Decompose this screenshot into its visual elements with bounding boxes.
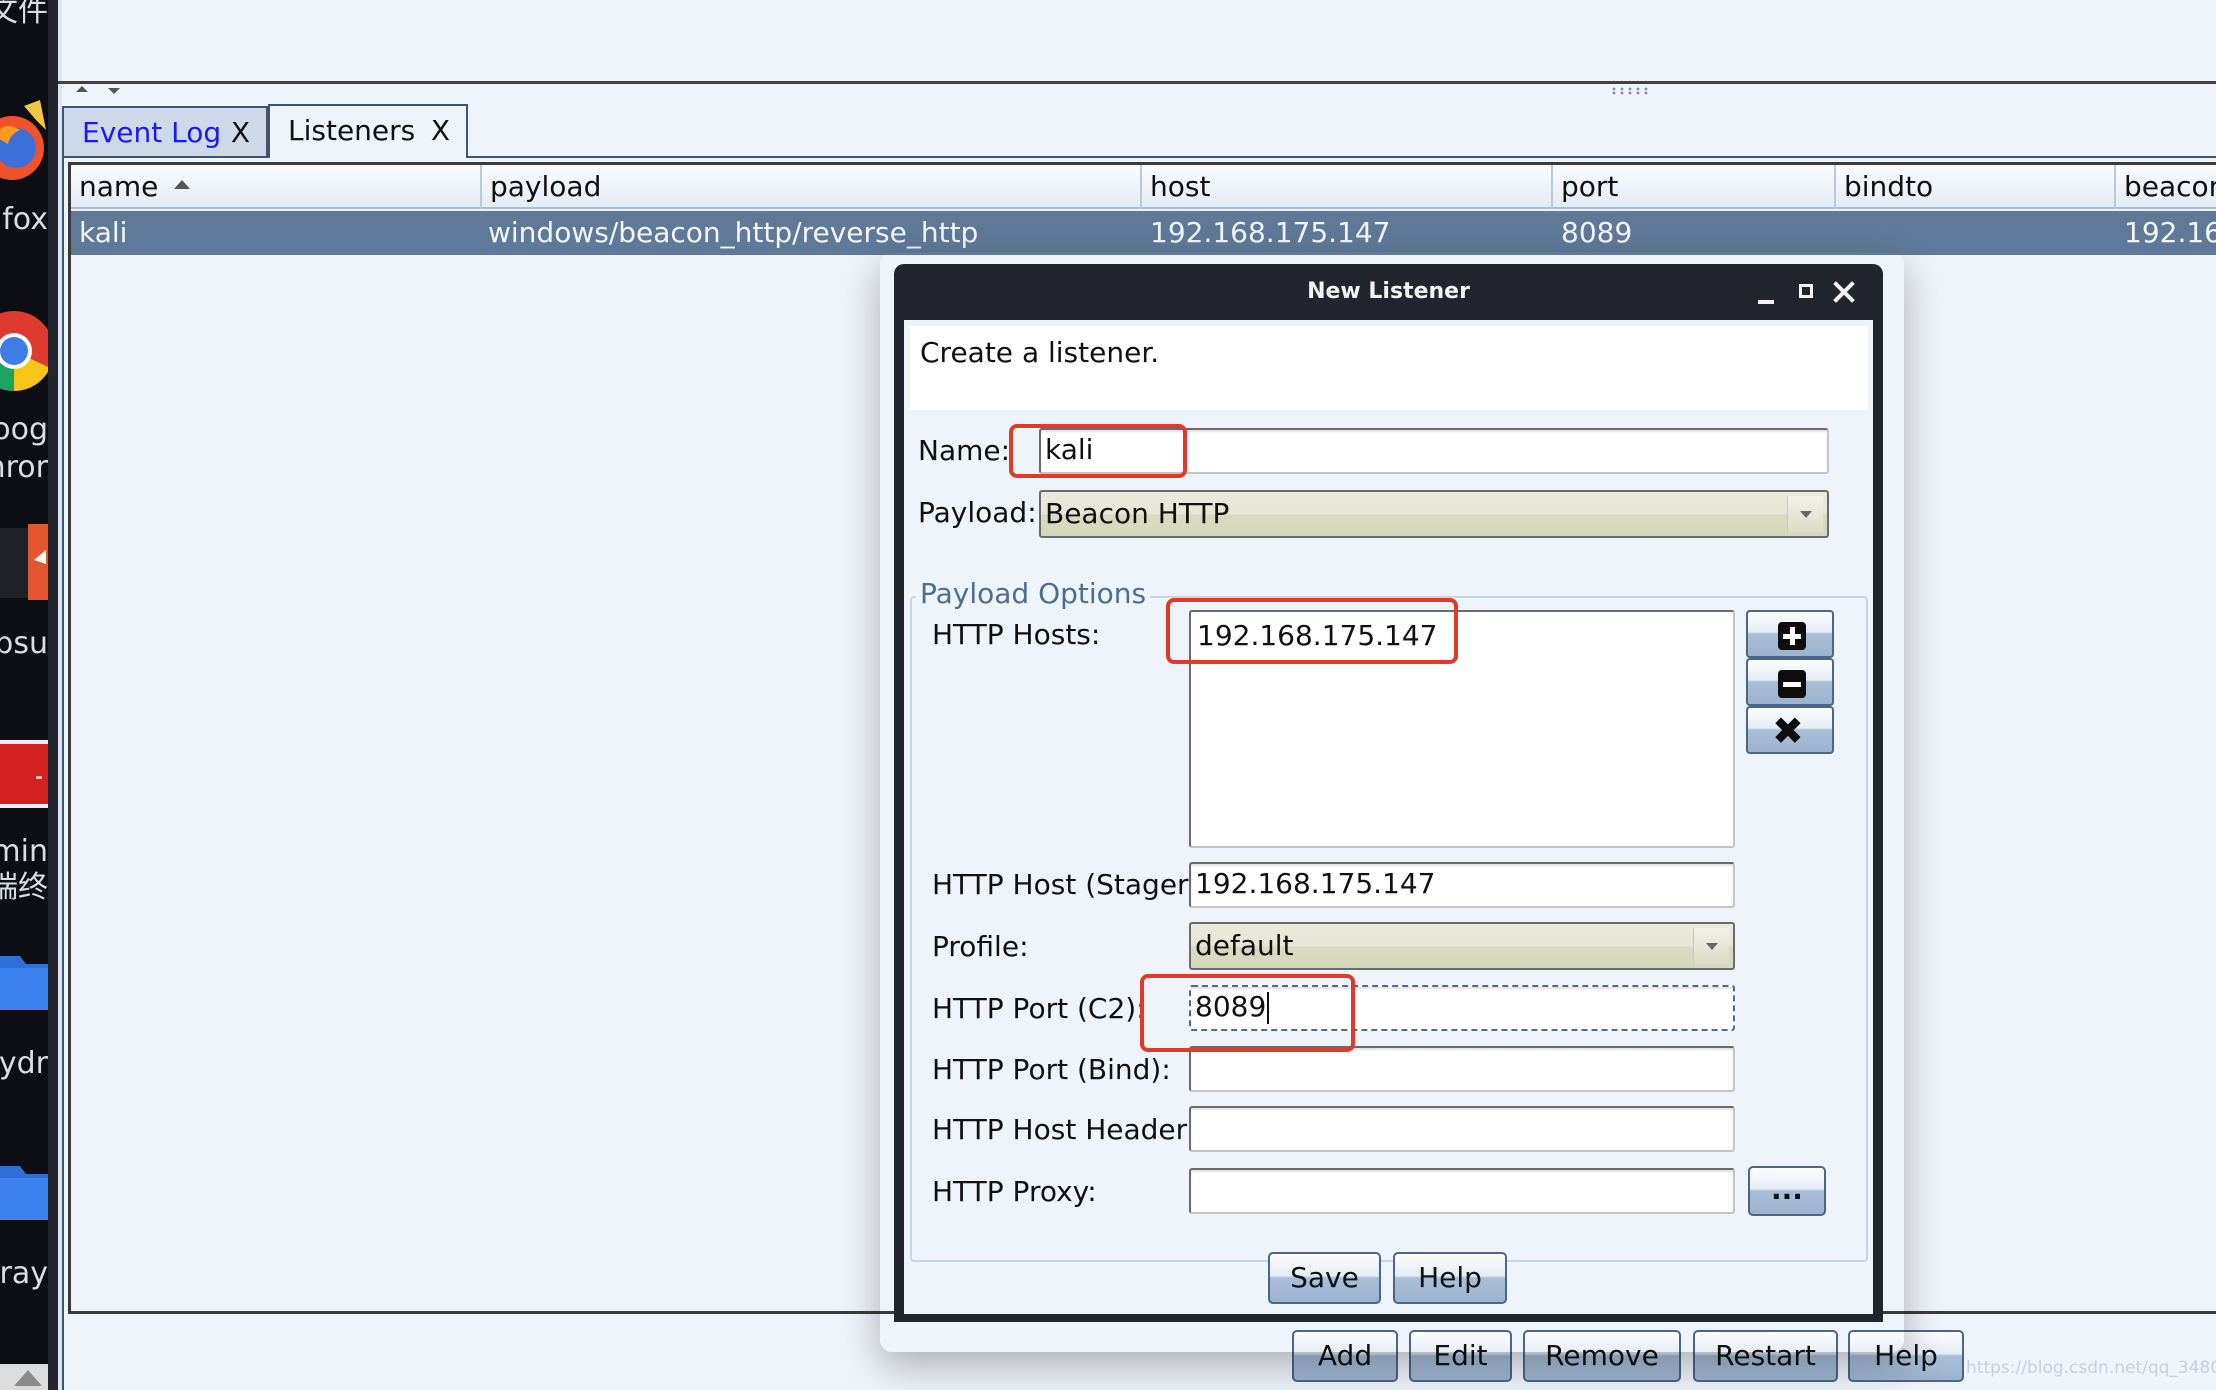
http-port-c2-value: 8089 bbox=[1195, 990, 1267, 1023]
sort-ascending-icon bbox=[174, 179, 191, 189]
http-port-c2-label: HTTP Port (C2): bbox=[932, 992, 1146, 1025]
dock-border bbox=[48, 0, 58, 1390]
x-icon: ✖ bbox=[1772, 709, 1804, 753]
dock-item-terminal-label-2[interactable]: 端终 bbox=[0, 870, 48, 906]
http-proxy-label: HTTP Proxy: bbox=[932, 1175, 1097, 1208]
list-item[interactable]: 192.168.175.147 bbox=[1191, 616, 1733, 656]
plus-icon bbox=[1778, 622, 1806, 650]
burpsuite-icon[interactable] bbox=[0, 524, 48, 604]
column-header-beacon[interactable]: beacon bbox=[2114, 165, 2216, 209]
dialog-title[interactable]: New Listener bbox=[894, 264, 1883, 320]
column-header-label: name bbox=[79, 170, 159, 203]
arrow-up-icon bbox=[14, 1370, 42, 1386]
dock-item-chrome-label-1[interactable]: oog bbox=[0, 412, 48, 448]
payload-label: Payload: bbox=[918, 496, 1037, 529]
http-host-stager-label: HTTP Host (Stager): bbox=[932, 868, 1209, 901]
split-collapse-down-icon[interactable] bbox=[108, 88, 120, 94]
http-hosts-list[interactable]: 192.168.175.147 bbox=[1189, 610, 1735, 848]
description-panel: Create a listener. bbox=[910, 326, 1868, 410]
payload-select[interactable]: Beacon HTTP bbox=[1039, 490, 1829, 538]
maximize-icon[interactable] bbox=[1792, 276, 1820, 306]
cell-beacon: 192.168.175.147 bbox=[2124, 216, 2216, 249]
profile-select[interactable]: default bbox=[1189, 922, 1735, 970]
close-tab-icon[interactable]: X bbox=[431, 106, 450, 156]
remove-host-button[interactable] bbox=[1746, 658, 1834, 706]
cell-host: 192.168.175.147 bbox=[1150, 216, 1391, 249]
http-hosts-label: HTTP Hosts: bbox=[932, 618, 1101, 651]
payload-options-title: Payload Options bbox=[916, 574, 1151, 614]
clear-hosts-button[interactable]: ✖ bbox=[1746, 706, 1834, 754]
firefox-icon[interactable] bbox=[0, 100, 48, 186]
http-host-header-label: HTTP Host Header: bbox=[932, 1113, 1197, 1146]
watermark: https://blog.csdn.net/qq_34801745 bbox=[1966, 1358, 2216, 1378]
close-tab-icon[interactable]: X bbox=[231, 108, 250, 158]
http-port-bind-label: HTTP Port (Bind): bbox=[932, 1053, 1171, 1086]
chevron-down-icon[interactable] bbox=[1787, 496, 1823, 532]
dock-file-label: 文件 bbox=[0, 0, 48, 29]
http-host-stager-field[interactable]: 192.168.175.147 bbox=[1189, 862, 1735, 908]
dialog-description: Create a listener. bbox=[920, 336, 1160, 369]
close-icon[interactable] bbox=[1830, 276, 1858, 306]
cell-port: 8089 bbox=[1561, 216, 1633, 249]
cell-payload: windows/beacon_http/reverse_http bbox=[488, 216, 979, 249]
split-pane-divider[interactable] bbox=[58, 81, 2216, 84]
dock-item-terminal-label-1[interactable]: min bbox=[0, 834, 48, 870]
profile-select-value: default bbox=[1195, 929, 1294, 962]
save-button[interactable]: Save bbox=[1268, 1252, 1381, 1304]
splitter-grip-icon[interactable] bbox=[1610, 87, 1650, 95]
cell-name: kali bbox=[79, 216, 128, 249]
desktop-dock: 文件 fox oog hror rpsu bbox=[0, 0, 48, 1390]
payload-select-value: Beacon HTTP bbox=[1045, 497, 1230, 530]
tab-bar-border bbox=[468, 156, 2216, 158]
minus-icon bbox=[1778, 670, 1806, 698]
proxy-settings-button[interactable]: ... bbox=[1748, 1166, 1826, 1216]
table-row[interactable]: kali windows/beacon_http/reverse_http 19… bbox=[71, 211, 2216, 255]
dock-item-folder-xray-label[interactable]: xray bbox=[0, 1256, 48, 1292]
dock-item-firefox-label[interactable]: fox bbox=[2, 202, 48, 238]
http-port-bind-field[interactable] bbox=[1189, 1046, 1735, 1092]
cell-bindto bbox=[1836, 211, 1844, 255]
dialog-help-button[interactable]: Help bbox=[1393, 1252, 1507, 1304]
tab-listeners[interactable]: Listeners X bbox=[268, 104, 468, 158]
http-proxy-field[interactable] bbox=[1189, 1168, 1735, 1214]
tab-pane-border bbox=[62, 156, 64, 1390]
add-host-button[interactable] bbox=[1746, 610, 1834, 658]
table-header: name payload host port bindto beacon bbox=[71, 165, 2216, 209]
new-listener-dialog: New Listener Create a listener. Name: ka… bbox=[894, 264, 1883, 1322]
folder-icon[interactable] bbox=[0, 952, 48, 1012]
text-caret bbox=[1267, 992, 1270, 1024]
terminal-icon[interactable] bbox=[0, 738, 48, 810]
dock-item-chrome-label-2[interactable]: hror bbox=[0, 450, 48, 486]
chevron-down-icon[interactable] bbox=[1693, 928, 1729, 964]
tab-event-log-label: Event Log bbox=[82, 116, 222, 149]
dialog-body: Create a listener. Name: kali Payload: B… bbox=[904, 320, 1873, 1314]
folder-icon[interactable] bbox=[0, 1162, 48, 1222]
column-header-bindto[interactable]: bindto bbox=[1834, 165, 2116, 209]
http-port-c2-field[interactable]: 8089 bbox=[1189, 985, 1735, 1031]
profile-label: Profile: bbox=[932, 930, 1029, 963]
dock-item-folder-hydra-label[interactable]: ydr bbox=[0, 1046, 48, 1082]
name-field[interactable]: kali bbox=[1039, 428, 1829, 474]
dock-scroll-up-button[interactable] bbox=[0, 1364, 48, 1390]
column-header-port[interactable]: port bbox=[1551, 165, 1834, 209]
name-label: Name: bbox=[918, 434, 1011, 467]
http-host-header-field[interactable] bbox=[1189, 1106, 1735, 1152]
column-header-payload[interactable]: payload bbox=[480, 165, 1142, 209]
minimize-icon[interactable] bbox=[1752, 276, 1780, 306]
column-header-name[interactable]: name bbox=[71, 165, 480, 209]
chrome-icon[interactable] bbox=[0, 306, 48, 396]
tab-listeners-label: Listeners bbox=[288, 114, 416, 147]
column-header-host[interactable]: host bbox=[1140, 165, 1553, 209]
tab-event-log[interactable]: Event Log X bbox=[62, 106, 268, 158]
split-collapse-up-icon[interactable] bbox=[76, 86, 88, 92]
dock-item-burpsuite-label[interactable]: rpsu bbox=[0, 626, 48, 662]
